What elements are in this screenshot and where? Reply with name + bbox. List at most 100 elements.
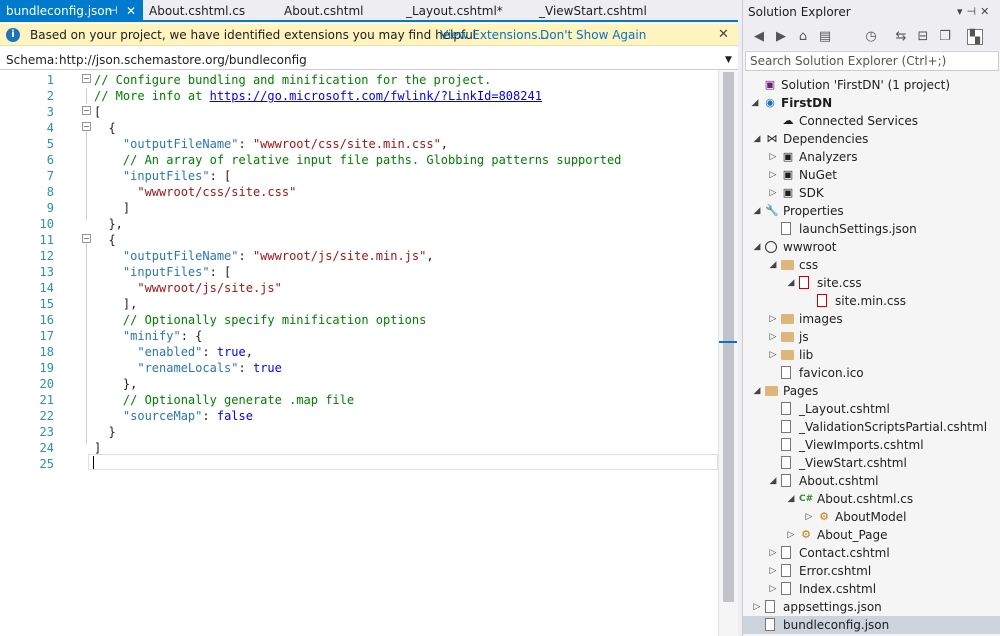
collapse-arrow-icon[interactable]: ◢ — [751, 130, 763, 148]
back-icon[interactable]: ◀ — [751, 29, 767, 45]
expand-arrow-icon[interactable]: ▷ — [767, 544, 779, 562]
history-icon[interactable]: ◷ — [863, 29, 879, 45]
tree-item[interactable]: ◢ About.cshtml — [743, 472, 1000, 490]
tree-item[interactable]: ◢ ◉ FirstDN — [743, 94, 1000, 112]
expand-arrow-icon[interactable]: ▷ — [767, 346, 779, 364]
tree-item-label: Properties — [783, 204, 844, 218]
tree-item[interactable]: ◢ 🔧 Properties — [743, 202, 1000, 220]
tab-about-cshtml[interactable]: About.cshtml — [278, 0, 388, 22]
chevron-down-icon[interactable]: ▼ — [725, 50, 732, 70]
tree-item[interactable]: ☁ Connected Services — [743, 112, 1000, 130]
panel-controls[interactable]: ▾⊣✕ — [957, 0, 993, 24]
tree-item[interactable]: _ViewImports.cshtml — [743, 436, 1000, 454]
tab-layout-cshtml[interactable]: _Layout.cshtml* — [400, 0, 520, 22]
tree-item[interactable]: _Layout.cshtml — [743, 400, 1000, 418]
tab-label: About.cshtml — [284, 4, 364, 18]
tree-item[interactable]: launchSettings.json — [743, 220, 1000, 238]
close-icon[interactable]: ✕ — [126, 0, 136, 22]
expand-arrow-icon[interactable]: ▷ — [767, 310, 779, 328]
tree-item[interactable]: ▷ ⚙ AboutModel — [743, 508, 1000, 526]
tree-item[interactable]: ▷ Error.cshtml — [743, 562, 1000, 580]
expand-arrow-icon[interactable]: ▷ — [767, 562, 779, 580]
solution-explorer-search[interactable]: Search Solution Explorer (Ctrl+;) — [745, 51, 999, 71]
collapse-icon[interactable]: − — [82, 74, 91, 83]
code-text: } — [94, 425, 116, 439]
expand-arrow-icon[interactable]: ▷ — [803, 508, 815, 526]
tree-item[interactable]: ▷ lib — [743, 346, 1000, 364]
editor-vertical-scrollbar[interactable] — [718, 70, 738, 636]
tree-item[interactable]: ▷ ▣ NuGet — [743, 166, 1000, 184]
tree-item[interactable]: site.min.css — [743, 292, 1000, 310]
code-area[interactable]: − − − − 1 // Configure bundling and minif… — [0, 70, 718, 636]
tree-item[interactable]: ◢ wwwroot — [743, 238, 1000, 256]
line-number: 22 — [39, 409, 54, 423]
tree-item[interactable]: ▷ Contact.cshtml — [743, 544, 1000, 562]
expand-arrow-icon[interactable]: ▷ — [767, 148, 779, 166]
tree-item[interactable]: ◢ C# About.cshtml.cs — [743, 490, 1000, 508]
dont-show-again-link[interactable]: Don't Show Again — [540, 24, 646, 46]
collapse-icon[interactable]: − — [82, 234, 91, 243]
tree-item[interactable]: ◢ ⋈ Dependencies — [743, 130, 1000, 148]
code-text: }, — [94, 217, 123, 231]
tree-item-label: lib — [799, 348, 814, 362]
tree-item[interactable]: favicon.ico — [743, 364, 1000, 382]
collapse-arrow-icon[interactable]: ◢ — [751, 202, 763, 220]
show-all-files-icon[interactable]: ❐ — [937, 29, 953, 45]
collapse-arrow-icon[interactable]: ◢ — [785, 274, 797, 292]
tree-item-label: Error.cshtml — [799, 564, 872, 578]
forward-icon[interactable]: ▶ — [773, 29, 789, 45]
properties-icon[interactable]: ▚ — [967, 29, 983, 45]
cshtml-file-icon — [781, 420, 791, 433]
collapse-arrow-icon[interactable]: ◢ — [749, 94, 761, 112]
code-text: // Configure bundling and minification f… — [94, 73, 492, 87]
expand-arrow-icon[interactable]: ▷ — [767, 166, 779, 184]
folder-icon — [765, 386, 778, 396]
collapse-icon[interactable]: − — [82, 122, 91, 131]
tree-item[interactable]: ▷ images — [743, 310, 1000, 328]
collapse-arrow-icon[interactable]: ◢ — [751, 238, 763, 256]
schema-value[interactable]: http://json.schemastore.org/bundleconfig — [59, 50, 307, 70]
tab-about-cshtml-cs[interactable]: About.cshtml.cs — [143, 0, 263, 22]
tree-item[interactable]: ▷ ▣ Analyzers — [743, 148, 1000, 166]
infobar-close-icon[interactable]: ✕ — [718, 24, 729, 46]
tree-item[interactable]: ▷ ⚙ About_Page — [743, 526, 1000, 544]
text-caret — [93, 456, 94, 469]
tree-item[interactable]: bundleconfig.json — [743, 616, 1000, 634]
code-text: // An array of relative input file paths… — [122, 153, 622, 167]
sync-icon[interactable]: ⇆ — [893, 29, 909, 45]
expand-arrow-icon[interactable]: ▷ — [751, 598, 763, 616]
expand-arrow-icon[interactable]: ▷ — [767, 328, 779, 346]
line-number: 12 — [39, 249, 54, 263]
expand-arrow-icon[interactable]: ▷ — [767, 580, 779, 598]
tree-item[interactable]: ◢ css — [743, 256, 1000, 274]
view-extensions-link[interactable]: View Extensions... — [440, 24, 549, 46]
collapse-arrow-icon[interactable]: ◢ — [785, 490, 797, 508]
dependencies-icon: ⋈ — [766, 132, 778, 145]
home-icon[interactable]: ⌂ — [795, 29, 811, 45]
expand-arrow-icon[interactable]: ▷ — [785, 526, 797, 544]
collapse-arrow-icon[interactable]: ◢ — [751, 382, 763, 400]
tree-item[interactable]: ▷ js — [743, 328, 1000, 346]
tree-item[interactable]: ◢ Pages — [743, 382, 1000, 400]
tree-item[interactable]: ◢ site.css — [743, 274, 1000, 292]
collapse-all-icon[interactable]: ⊟ — [915, 29, 931, 45]
expand-arrow-icon[interactable]: ▷ — [767, 184, 779, 202]
tree-item[interactable]: ▷ ▣ SDK — [743, 184, 1000, 202]
tree-item[interactable]: _ViewStart.cshtml — [743, 454, 1000, 472]
tree-item[interactable]: _ValidationScriptsPartial.cshtml — [743, 418, 1000, 436]
tab-bundleconfig[interactable]: bundleconfig.json ⊣ ✕ — [0, 0, 143, 22]
collapse-arrow-icon[interactable]: ◢ — [767, 256, 779, 274]
tree-item-label: Analyzers — [799, 150, 858, 164]
collapse-icon[interactable]: − — [82, 106, 91, 115]
tree-item[interactable]: ▷ Index.cshtml — [743, 580, 1000, 598]
tree-item[interactable]: ▣ Solution 'FirstDN' (1 project) — [743, 76, 1000, 94]
class-icon: ⚙ — [801, 528, 811, 541]
switch-views-icon[interactable]: ▤ — [817, 29, 833, 45]
cshtml-file-icon — [781, 402, 791, 415]
scrollbar-thumb[interactable] — [723, 72, 734, 602]
collapse-arrow-icon[interactable]: ◢ — [767, 472, 779, 490]
line-number: 23 — [39, 425, 54, 439]
pin-icon[interactable]: ⊣ — [108, 0, 118, 22]
tree-item[interactable]: ▷ appsettings.json — [743, 598, 1000, 616]
tab-viewstart-cshtml[interactable]: _ViewStart.cshtml — [533, 0, 663, 22]
